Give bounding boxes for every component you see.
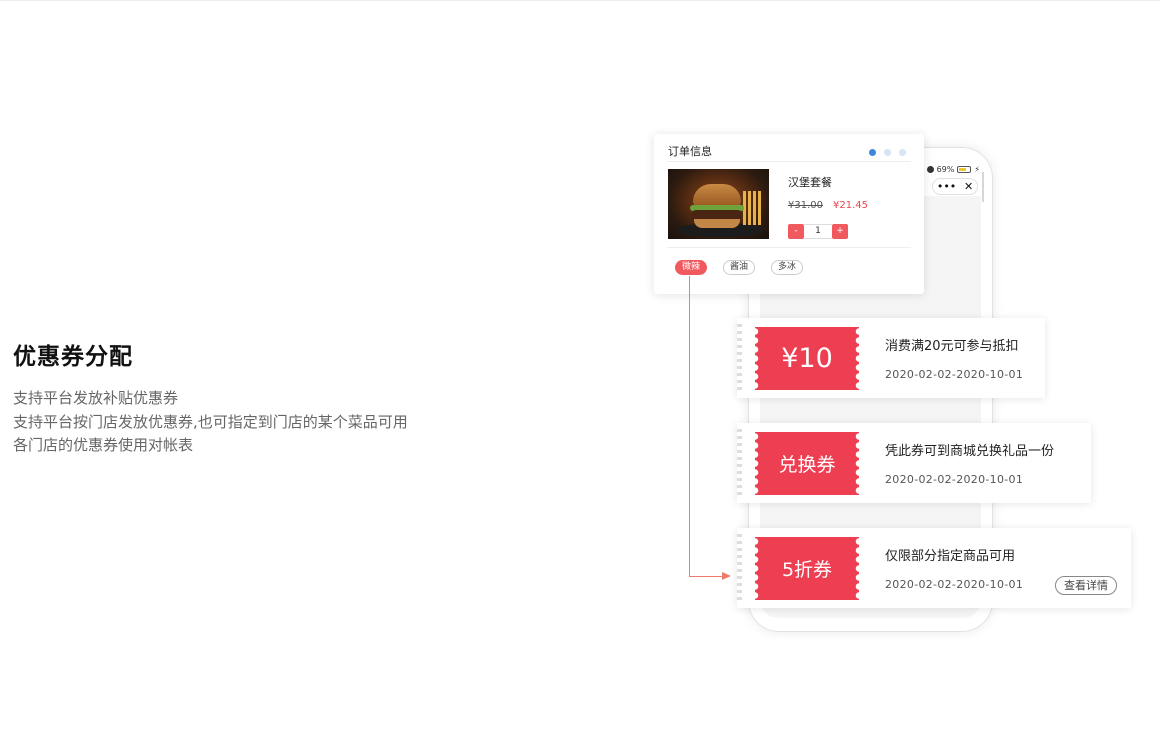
product-image [668,169,769,239]
option-tags: 微辣 酱油 多冰 [675,260,804,275]
more-icon[interactable]: ••• [937,180,956,193]
product-name: 汉堡套餐 [788,176,832,189]
view-details-button[interactable]: 查看详情 [1055,576,1117,595]
tag-spicy[interactable]: 微辣 [675,260,708,275]
coupon-stub: ¥10 [755,327,859,390]
discount-price: ¥21.45 [833,200,868,211]
quantity-stepper: - 1 + [788,224,848,239]
feature-line: 各门店的优惠券使用对帐表 [13,436,194,454]
coupon-stub: 兑换券 [755,432,859,495]
coupon-value: 兑换券 [778,454,836,476]
battery-percent: 69% [936,165,955,174]
carousel-dot[interactable] [884,149,891,156]
top-divider [0,0,1160,1]
close-icon[interactable]: ✕ [964,180,973,193]
status-bar: 69% ⚡ [926,165,980,174]
miniapp-capsule: ••• ✕ [932,178,978,195]
order-card: 订单信息 汉堡套餐 ¥31.00 ¥21.45 - 1 + 微辣 酱油 多冰 [654,134,924,294]
feature-line: 支持平台按门店发放优惠券,也可指定到门店的某个菜品可用 [13,412,408,431]
coupon-value: ¥10 [781,343,833,374]
coupon-validity: 2020-02-02-2020-10-01 [885,368,1024,381]
feature-description: 支持平台发放补贴优惠券 支持平台按门店发放优惠券,也可指定到门店的某个菜品可用 … [13,387,483,458]
connector-line [689,276,690,577]
coupon-description: 凭此券可到商城兑换礼品一份 [885,444,1055,459]
perforation [737,429,742,497]
fries-shape [743,191,763,225]
order-title: 订单信息 [668,145,712,158]
carousel-dots [869,149,906,156]
quantity-value[interactable]: 1 [804,224,832,239]
divider [667,161,911,162]
charging-icon: ⚡ [974,165,980,174]
original-price: ¥31.00 [788,200,823,211]
carousel-dot[interactable] [869,149,876,156]
tag-soy-sauce[interactable]: 酱油 [723,260,756,275]
feature-title: 优惠券分配 [13,344,133,370]
divider [667,247,911,248]
coupon-validity: 2020-02-02-2020-10-01 [885,473,1024,486]
coupon-card[interactable]: 兑换券 凭此券可到商城兑换礼品一份 2020-02-02-2020-10-01 [737,423,1091,503]
burger-bottom-shape [694,219,740,228]
decrement-button[interactable]: - [788,224,804,239]
carousel-dot[interactable] [899,149,906,156]
connector-line [689,576,723,577]
burger-bun-shape [693,184,741,206]
alarm-icon [926,166,934,173]
coupon-card[interactable]: ¥10 消费满20元可参与抵扣 2020-02-02-2020-10-01 [737,318,1045,398]
coupon-stub: 5折券 [755,537,859,600]
feature-line: 支持平台发放补贴优惠券 [13,389,179,407]
coupon-description: 仅限部分指定商品可用 [885,549,1016,564]
coupon-validity: 2020-02-02-2020-10-01 [885,578,1024,591]
scrollbar[interactable] [982,172,984,202]
perforation [737,534,742,602]
battery-icon [957,166,972,173]
arrow-head-icon [722,572,731,580]
coupon-description: 消费满20元可参与抵扣 [885,339,1019,354]
coupon-value: 5折券 [781,559,833,581]
increment-button[interactable]: + [832,224,848,239]
tag-extra-ice[interactable]: 多冰 [771,260,804,275]
coupon-card[interactable]: 5折券 仅限部分指定商品可用 2020-02-02-2020-10-01 查看详… [737,528,1131,608]
feature-section: 优惠券分配 支持平台发放补贴优惠券 支持平台按门店发放优惠券,也可指定到门店的某… [13,340,483,458]
perforation [737,324,742,392]
